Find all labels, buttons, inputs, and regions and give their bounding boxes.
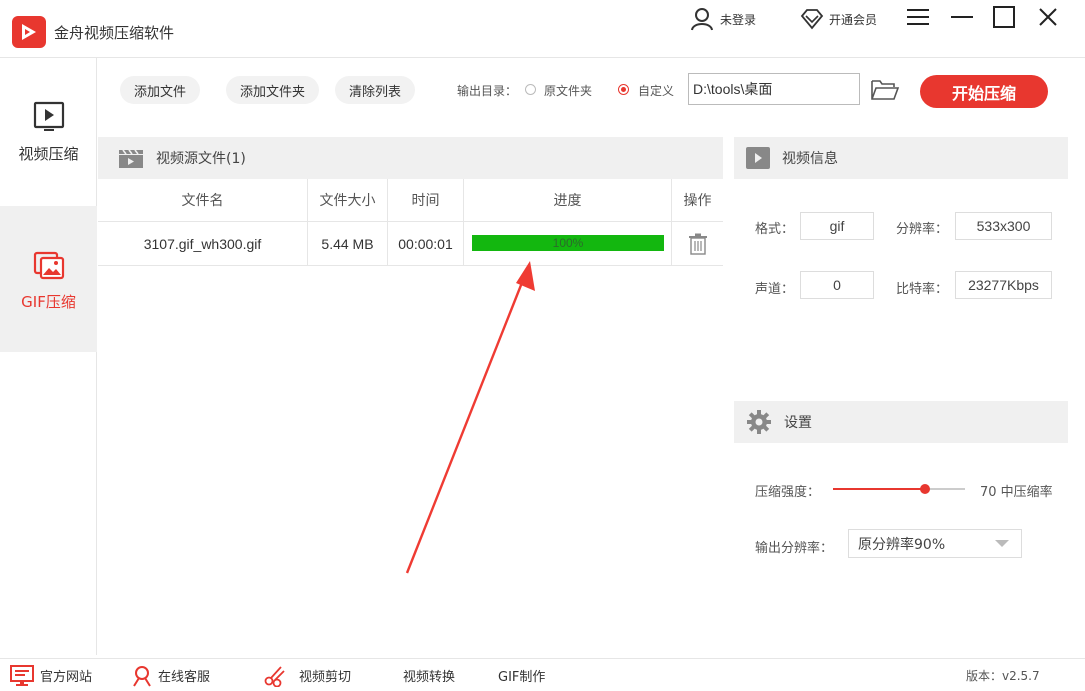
login-button[interactable]: 未登录 [690, 6, 756, 32]
footer-item-label: GIF制作 [498, 670, 546, 685]
column-header-filename: 文件名 [98, 179, 308, 221]
hamburger-menu-icon [907, 9, 929, 25]
sidebar-item-video-compress[interactable]: 视频压缩 [0, 58, 97, 204]
chevron-down-icon [995, 540, 1009, 547]
column-header-progress: 进度 [464, 179, 672, 221]
table-header: 文件名 文件大小 时间 进度 操作 [98, 179, 723, 222]
user-icon [691, 8, 713, 31]
trash-icon [688, 233, 707, 255]
column-header-time: 时间 [388, 179, 464, 221]
title-bar: 金舟视频压缩软件 未登录 开通会员 [0, 0, 1085, 58]
output-resolution-value: 原分辨率90% [858, 536, 946, 553]
file-list-header: 视频源文件(1) [98, 137, 723, 179]
compression-strength-value: 70 中压缩率 [980, 485, 1053, 500]
sidebar-item-label: 视频压缩 [18, 144, 79, 163]
output-dir-label: 输出目录： [457, 84, 518, 98]
minimize-button[interactable] [948, 4, 976, 30]
settings-header: 设置 [734, 401, 1068, 443]
output-resolution-label: 输出分辨率： [755, 541, 834, 556]
column-header-action: 操作 [683, 193, 712, 209]
vip-button[interactable]: 开通会员 [800, 6, 877, 32]
footer-item-label: 在线客服 [158, 670, 211, 685]
maximize-icon [993, 6, 1015, 28]
video-cut-link[interactable]: 视频剪切 [263, 659, 351, 691]
version-label: 版本：v2.5.7 [966, 669, 1040, 683]
login-label: 未登录 [720, 12, 757, 27]
clear-list-button[interactable]: 清除列表 [335, 76, 416, 104]
progress-bar: 100% [472, 235, 664, 251]
delete-button[interactable] [672, 222, 723, 265]
settings-title: 设置 [784, 415, 812, 431]
file-name: 3107.gif_wh300.gif [98, 222, 308, 265]
start-compress-button[interactable]: 开始压缩 [920, 75, 1048, 108]
source-folder-radio[interactable] [525, 84, 536, 95]
monitor-icon [10, 664, 34, 686]
file-size: 5.44 MB [308, 222, 388, 265]
custom-folder-label: 自定义 [638, 84, 675, 98]
slider-fill [833, 488, 926, 490]
menu-button[interactable] [904, 4, 932, 30]
video-info-icon [746, 147, 770, 169]
gif-maker-link[interactable]: GIF制作 [498, 659, 545, 691]
bitrate-value: 23277Kbps [955, 271, 1052, 299]
bitrate-label: 比特率： [896, 282, 949, 297]
vip-label: 开通会员 [829, 12, 878, 27]
video-convert-link[interactable]: 视频转换 [403, 659, 455, 691]
app-logo-icon [12, 16, 46, 48]
official-website-link[interactable]: 官方网站 [10, 659, 92, 691]
online-support-link[interactable]: 在线客服 [132, 659, 210, 691]
scissors-icon [264, 665, 285, 687]
annotation-arrow [405, 261, 535, 574]
format-value: gif [800, 212, 874, 240]
folder-open-icon [871, 80, 900, 100]
output-path-input[interactable] [688, 73, 860, 105]
maximize-button[interactable] [990, 4, 1018, 30]
video-info-title: 视频信息 [782, 151, 838, 167]
gif-image-icon [33, 251, 64, 279]
compression-strength-slider[interactable] [833, 488, 965, 490]
slider-thumb[interactable] [920, 484, 931, 494]
sidebar-item-gif-compress[interactable]: GIF压缩 [0, 206, 97, 352]
diamond-icon [800, 9, 824, 30]
footer-item-label: 视频转换 [403, 670, 456, 685]
app-title: 金舟视频压缩软件 [54, 24, 175, 42]
clapperboard-icon [119, 149, 143, 168]
resolution-value: 533x300 [955, 212, 1052, 240]
sidebar: 视频压缩 GIF压缩 [0, 58, 97, 655]
column-header-size: 文件大小 [308, 179, 388, 221]
browse-folder-button[interactable] [870, 78, 900, 102]
toolbar: 添加文件 添加文件夹 清除列表 输出目录： 原文件夹 自定义 开始压缩 [98, 58, 1085, 128]
channel-label: 声道： [755, 282, 795, 297]
format-label: 格式： [755, 222, 795, 237]
output-resolution-select[interactable]: 原分辨率90% [848, 529, 1022, 558]
progress-label: 100% [552, 236, 584, 250]
add-folder-button[interactable]: 添加文件夹 [226, 76, 320, 104]
minimize-icon [951, 16, 973, 18]
close-icon [1039, 8, 1057, 26]
footer-item-label: 视频剪切 [299, 670, 352, 685]
video-play-icon [33, 101, 64, 131]
custom-folder-radio[interactable] [618, 84, 629, 95]
close-button[interactable] [1034, 4, 1062, 30]
support-icon [133, 665, 151, 687]
channel-value: 0 [800, 271, 874, 299]
resolution-label: 分辨率： [896, 222, 949, 237]
footer: 官方网站 在线客服 视频剪切 视频转换 GIF制作 版本：v2.5.7 [0, 658, 1085, 691]
gear-icon [747, 410, 771, 434]
add-file-button[interactable]: 添加文件 [120, 76, 201, 104]
source-folder-label: 原文件夹 [544, 84, 593, 98]
file-list-title: 视频源文件(1) [156, 151, 246, 167]
sidebar-item-label: GIF压缩 [21, 292, 76, 311]
footer-item-label: 官方网站 [40, 670, 93, 685]
video-info-header: 视频信息 [734, 137, 1068, 179]
compression-strength-label: 压缩强度： [755, 485, 821, 500]
